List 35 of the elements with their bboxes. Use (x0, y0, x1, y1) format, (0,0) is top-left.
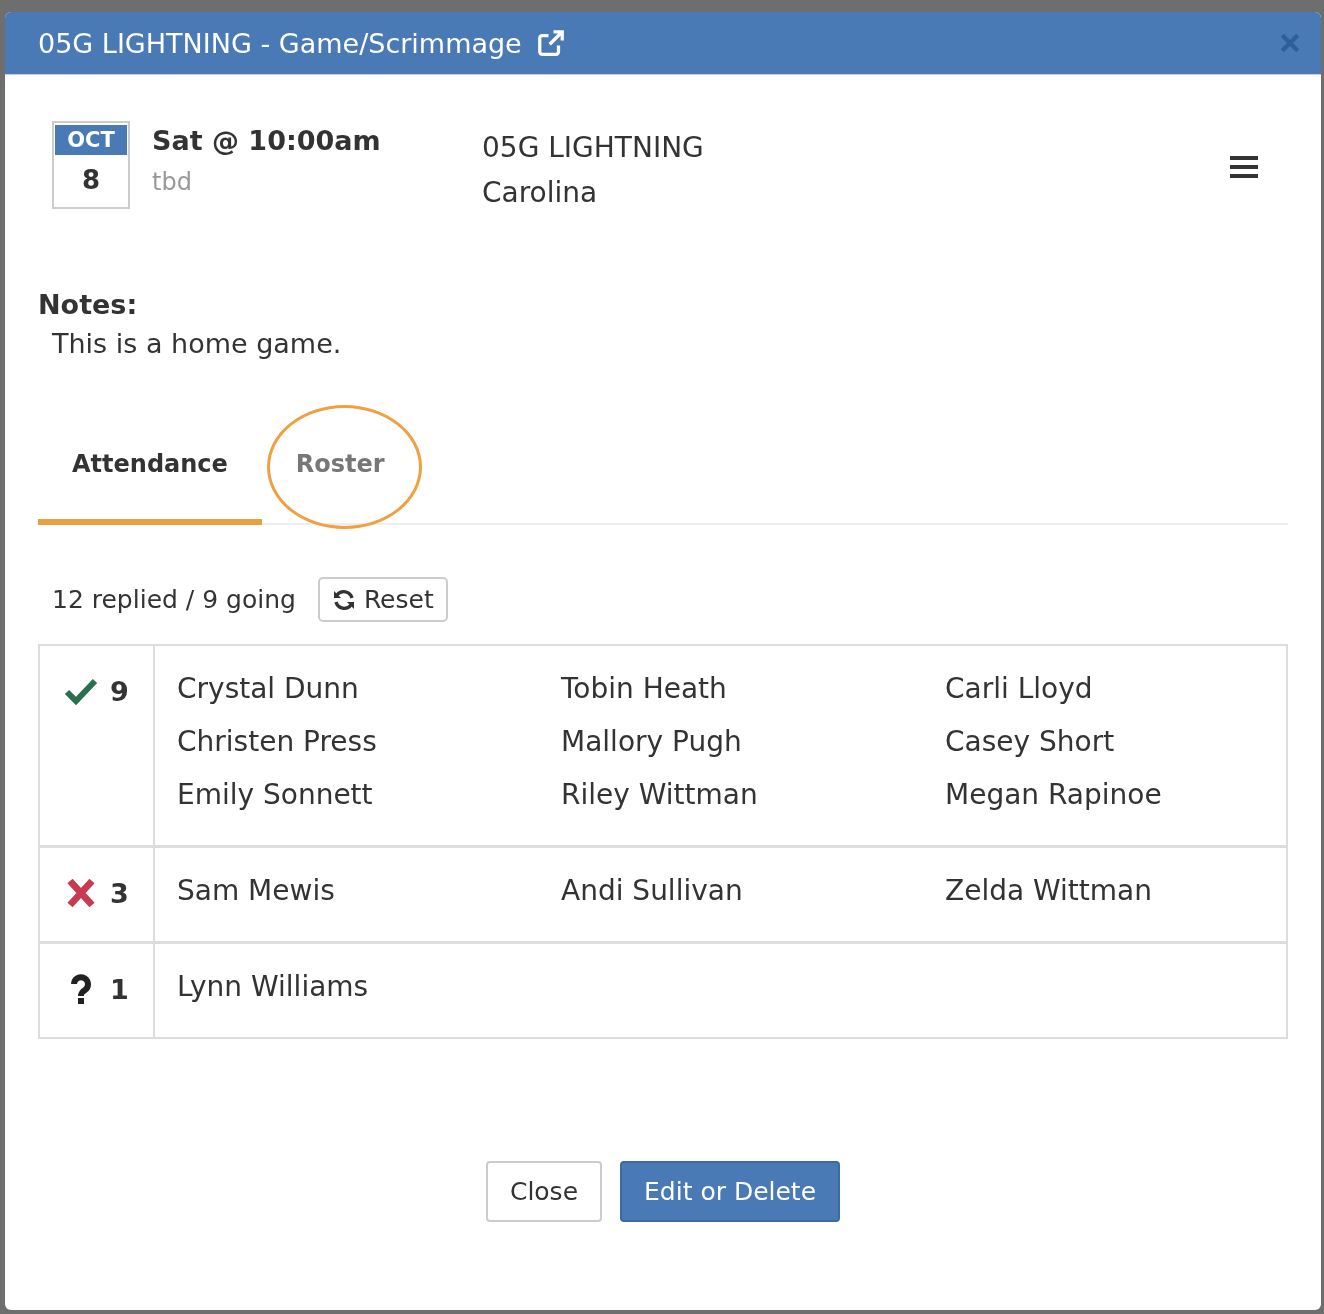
response-count: 1 (110, 974, 129, 1005)
response-count: 9 (110, 676, 129, 707)
team-name: 05G LIGHTNING (482, 130, 704, 166)
month-label: OCT (55, 125, 127, 155)
notes-text: This is a home game. (51, 328, 343, 359)
player-name: Zelda Wittman (945, 874, 1153, 907)
menu-icon[interactable] (1230, 155, 1258, 179)
tab[interactable]: Roster (261, 409, 419, 525)
player-name: Lynn Williams (177, 970, 370, 1003)
reset-button[interactable]: Reset (317, 577, 448, 622)
player-name: Carli Lloyd (945, 672, 1094, 705)
reply-summary: 12 replied / 9 going (52, 585, 296, 614)
event-location: tbd (152, 168, 193, 196)
response-count: 3 (110, 878, 129, 909)
opponent-name: Carolina (482, 175, 599, 211)
player-name: Andi Sullivan (561, 874, 744, 907)
window-title: 05G LIGHTNING - Game/Scrimmage (38, 27, 522, 59)
close-button[interactable]: Close (485, 1161, 603, 1222)
player-name: Mallory Pugh (561, 725, 743, 758)
edit-button[interactable]: Edit or Delete (620, 1161, 841, 1222)
refresh-icon (331, 587, 356, 612)
player-name: Megan Rapinoe (945, 778, 1163, 811)
check-icon (64, 676, 99, 706)
notes-label: Notes: (38, 289, 139, 320)
player-name: Sam Mewis (177, 874, 336, 907)
player-name: Emily Sonnett (177, 778, 374, 811)
tab[interactable]: Attendance (38, 409, 262, 525)
player-name: Crystal Dunn (177, 672, 360, 705)
day-number: 8 (81, 165, 101, 195)
player-name: Casey Short (945, 725, 1116, 758)
external-link-icon[interactable] (535, 28, 566, 58)
player-name: Christen Press (177, 725, 378, 758)
player-name: Riley Wittman (561, 778, 759, 811)
event-time: Sat @ 10:00am (152, 125, 382, 156)
player-name: Tobin Heath (561, 672, 728, 705)
